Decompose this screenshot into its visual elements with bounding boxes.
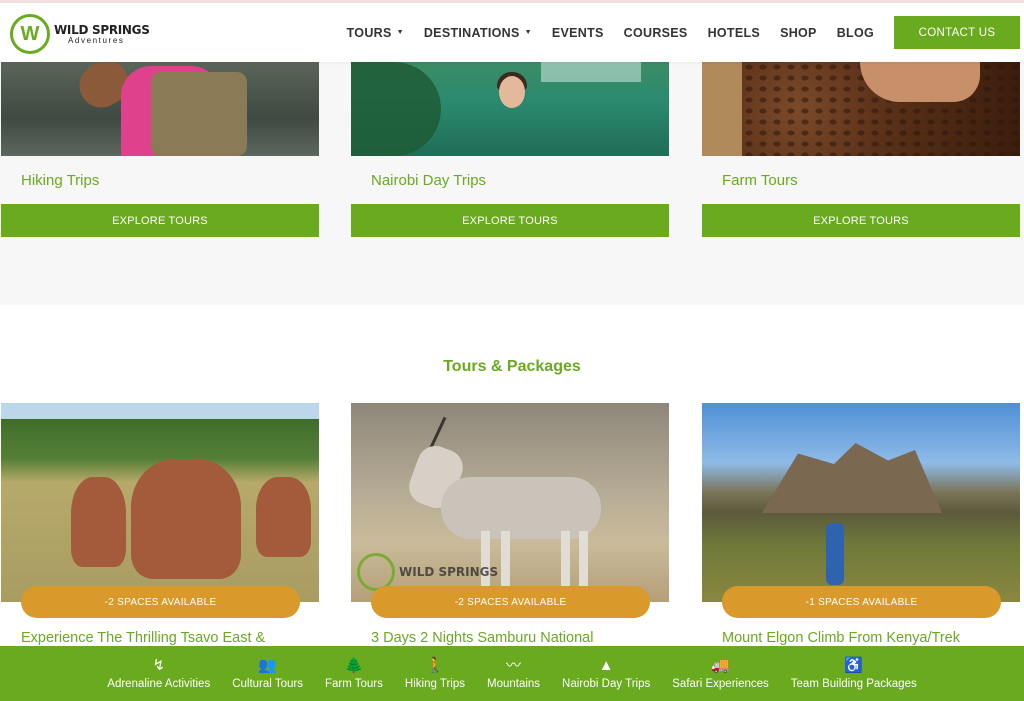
nav-label: COURSES [623, 25, 688, 40]
category-section: Hiking Trips EXPLORE TOURS Nairobi Day T… [0, 62, 1024, 305]
bottom-item-farm[interactable]: 🌲 Farm Tours [325, 657, 383, 690]
category-card-nairobi: Nairobi Day Trips EXPLORE TOURS [351, 62, 669, 237]
nav-events[interactable]: EVENTS [552, 26, 604, 40]
nav-label: BLOG [836, 25, 874, 40]
mountain-icon: 〰 [506, 657, 522, 674]
chevron-down-icon: ▼ [524, 29, 532, 36]
nav-label: EVENTS [551, 25, 604, 40]
bottom-item-safari[interactable]: 🚚 Safari Experiences [672, 657, 769, 690]
bottom-item-label: Farm Tours [324, 678, 383, 690]
bottom-item-cultural[interactable]: 👥 Cultural Tours [232, 657, 303, 690]
watermark-text: WILD SPRINGS [399, 565, 499, 579]
bottom-item-label: Team Building Packages [790, 678, 917, 690]
tree-icon: 🌲 [344, 657, 364, 674]
bottom-item-nairobi[interactable]: ▲ Nairobi Day Trips [562, 657, 650, 690]
hiker-icon: 🚶 [425, 657, 445, 674]
category-title[interactable]: Nairobi Day Trips [351, 156, 669, 204]
logo-text: WILD SPRINGS Adventures [54, 24, 150, 45]
hiking-trips-image[interactable] [1, 62, 319, 156]
accessibility-icon: ♿ [844, 657, 864, 674]
bottom-item-label: Adrenaline Activities [107, 678, 211, 690]
tour-card: WILD SPRINGS -2 SPACES AVAILABLE 3 Days … [351, 403, 671, 646]
bottom-category-bar: ↯ Adrenaline Activities 👥 Cultural Tours… [0, 646, 1024, 701]
category-card-hiking: Hiking Trips EXPLORE TOURS [1, 62, 319, 237]
tour-image-tsavo[interactable] [1, 403, 319, 602]
bottom-item-adrenaline[interactable]: ↯ Adrenaline Activities [107, 657, 210, 690]
logo-name: WILD SPRINGS [54, 22, 150, 37]
nav-label: SHOP [780, 25, 817, 40]
tour-title[interactable]: Experience The Thrilling Tsavo East & [21, 630, 321, 646]
logo-mark-icon: W [10, 14, 50, 54]
nav-shop[interactable]: SHOP [780, 26, 817, 40]
nav-hotels[interactable]: HOTELS [708, 26, 761, 40]
tour-image-samburu[interactable]: WILD SPRINGS [351, 403, 669, 602]
bottom-item-label: Hiking Trips [404, 678, 465, 690]
category-title[interactable]: Farm Tours [702, 156, 1020, 204]
tour-title[interactable]: 3 Days 2 Nights Samburu National [371, 630, 671, 646]
tour-image-elgon[interactable] [702, 403, 1020, 602]
nav-label: TOURS [346, 25, 392, 40]
bottom-item-label: Nairobi Day Trips [562, 678, 651, 690]
category-card-farm: Farm Tours EXPLORE TOURS [702, 62, 1020, 237]
farm-tours-image[interactable] [702, 62, 1020, 156]
contact-us-button[interactable]: CONTACT US [894, 16, 1020, 49]
site-header: W WILD SPRINGS Adventures TOURS ▼ DESTINA… [0, 0, 1024, 62]
nav-blog[interactable]: BLOG [837, 26, 874, 40]
people-icon: 👥 [258, 657, 277, 674]
nav-destinations[interactable]: DESTINATIONS ▼ [424, 26, 532, 40]
page: W WILD SPRINGS Adventures TOURS ▼ DESTINA… [0, 0, 1024, 701]
bottom-item-team-building[interactable]: ♿ Team Building Packages [791, 657, 917, 690]
tour-card: -1 SPACES AVAILABLE Mount Elgon Climb Fr… [702, 403, 1022, 646]
truck-icon: 🚚 [711, 657, 730, 674]
main-nav: TOURS ▼ DESTINATIONS ▼ EVENTS COURSES HOTE… [347, 16, 1020, 49]
road-icon: ▲ [598, 657, 614, 674]
nairobi-day-trips-image[interactable] [351, 62, 669, 156]
spaces-available-badge: -1 SPACES AVAILABLE [722, 586, 1001, 618]
tour-title[interactable]: Mount Elgon Climb From Kenya/Trek [722, 630, 1022, 646]
bottom-item-label: Cultural Tours [232, 678, 303, 690]
spaces-available-badge: -2 SPACES AVAILABLE [371, 586, 650, 618]
nav-label: HOTELS [707, 25, 761, 40]
nav-courses[interactable]: COURSES [624, 26, 688, 40]
bottom-item-label: Mountains [486, 678, 541, 690]
explore-tours-button[interactable]: EXPLORE TOURS [702, 204, 1020, 237]
explore-tours-button[interactable]: EXPLORE TOURS [1, 204, 319, 237]
explore-tours-button[interactable]: EXPLORE TOURS [351, 204, 669, 237]
bottom-item-label: Safari Experiences [672, 678, 769, 690]
lightning-icon: ↯ [152, 657, 166, 674]
tour-card: -2 SPACES AVAILABLE Experience The Thril… [1, 403, 321, 646]
site-logo[interactable]: W WILD SPRINGS Adventures [10, 13, 150, 55]
nav-label: DESTINATIONS [423, 25, 520, 40]
spaces-available-badge: -2 SPACES AVAILABLE [21, 586, 300, 618]
section-title: Tours & Packages [443, 358, 581, 375]
bottom-item-mountains[interactable]: 〰 Mountains [487, 657, 540, 690]
logo-subtitle: Adventures [68, 35, 125, 45]
chevron-down-icon: ▼ [396, 29, 404, 36]
category-title[interactable]: Hiking Trips [1, 156, 319, 204]
bottom-item-hiking[interactable]: 🚶 Hiking Trips [405, 657, 465, 690]
nav-tours[interactable]: TOURS ▼ [347, 26, 404, 40]
